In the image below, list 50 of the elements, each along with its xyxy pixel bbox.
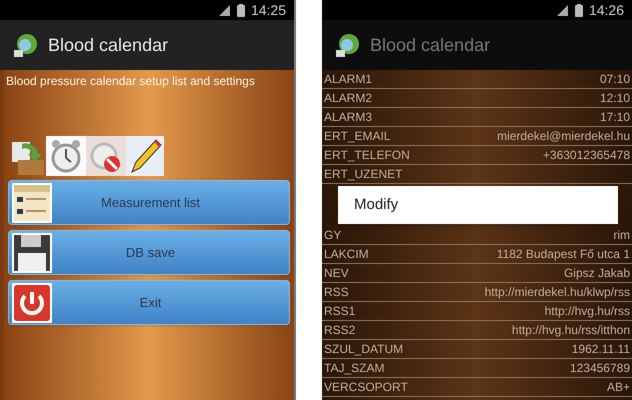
setting-key: TAJ_SZAM: [324, 359, 384, 377]
setting-value: 1182 Budapest Fő utca 1: [496, 246, 630, 263]
alarm-off-icon[interactable]: [86, 136, 126, 176]
setting-key: ALARM2: [324, 89, 372, 107]
app-title: Blood calendar: [370, 34, 490, 56]
alarm-clock-icon[interactable]: [46, 136, 86, 176]
setting-value: mierdekel@mierdekel.hu: [497, 128, 630, 145]
status-time: 14:26: [588, 0, 624, 20]
battery-icon: [236, 4, 245, 16]
setting-value: rim: [613, 227, 630, 244]
menu-button[interactable]: DB save: [8, 230, 290, 275]
setting-value: http://mierdekel.hu/klwp/rss: [484, 284, 630, 301]
setting-key: VERCSOPORT: [324, 378, 408, 396]
setting-key: ERT_UZENET: [324, 165, 402, 183]
battery-icon: [574, 4, 583, 16]
setting-value: 07:10: [600, 71, 630, 88]
signal-icon: [218, 4, 231, 16]
app-icon: [334, 31, 362, 59]
power-icon: [12, 282, 52, 322]
setting-key: ALARM3: [324, 108, 372, 126]
setting-key: GY: [324, 226, 342, 244]
pencil-icon[interactable]: [126, 136, 164, 176]
setting-value: 17:10: [600, 109, 630, 126]
signal-icon: [556, 4, 569, 16]
setting-key: ERT_EMAIL: [324, 127, 390, 145]
setting-value: 12:10: [600, 90, 630, 107]
setting-value: AB+: [606, 379, 630, 396]
menu-button[interactable]: Exit: [8, 280, 290, 325]
setting-value: 1962.11.11: [572, 341, 630, 358]
setting-key: RSS: [324, 283, 349, 301]
app-icon: [12, 31, 40, 59]
setting-key: ERT_TELEFON: [324, 146, 410, 164]
setting-value: 123456789: [570, 360, 630, 377]
setting-value: Gipsz Jakab: [564, 265, 630, 282]
setting-key: ALARM1: [324, 70, 372, 88]
menu-item[interactable]: Modify: [338, 186, 618, 224]
list-icon: [12, 182, 52, 222]
setting-key: LAKCIM: [324, 245, 369, 263]
floppy-disk-icon: [12, 232, 52, 272]
app-title: Blood calendar: [48, 34, 168, 56]
setting-key: SZUL_DATUM: [324, 340, 404, 358]
menu-button[interactable]: Measurement list: [8, 180, 290, 225]
setting-value: http://hvg.hu/rss/itthon: [512, 322, 630, 339]
setting-key: RSS2: [324, 321, 356, 339]
setting-value: http://hvg.hu/rss: [544, 303, 630, 320]
setting-key: RSS1: [324, 302, 356, 320]
setting-value: +363012365478: [542, 147, 630, 164]
subtitle: Blood pressure calendar setup list and settings: [5, 73, 256, 90]
setting-key: NEV: [324, 264, 349, 282]
status-time: 14:25: [250, 0, 286, 20]
